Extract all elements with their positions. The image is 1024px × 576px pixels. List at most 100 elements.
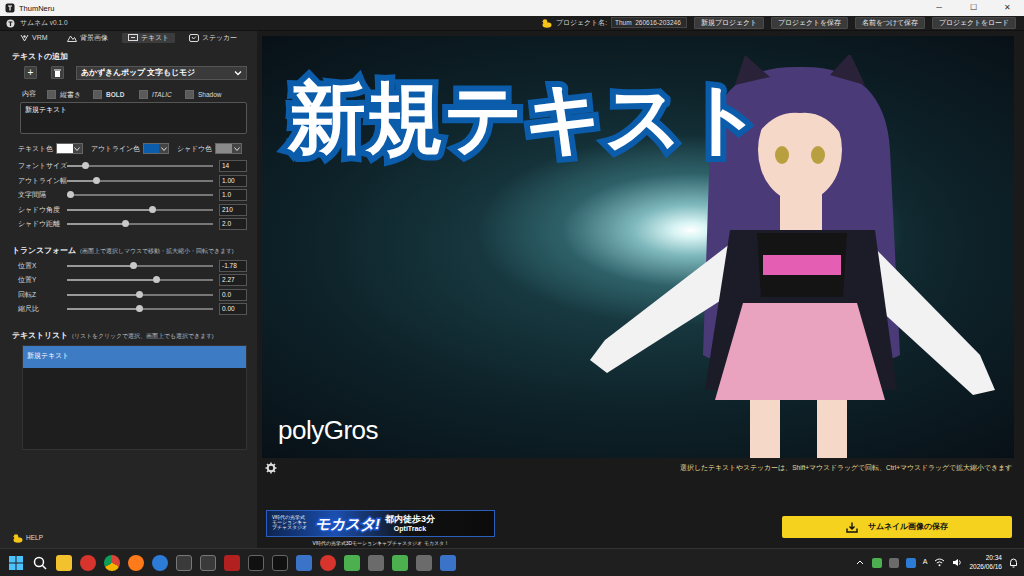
search-icon[interactable] bbox=[32, 555, 48, 571]
settings-button[interactable] bbox=[265, 462, 277, 474]
save-label: サムネイル画像の保存 bbox=[868, 522, 948, 532]
slider-track[interactable] bbox=[67, 308, 213, 310]
project-button[interactable]: プロジェクトをロード bbox=[932, 17, 1016, 29]
content-textarea[interactable]: 新規テキスト bbox=[20, 102, 247, 134]
window-control[interactable]: ✕ bbox=[990, 3, 1024, 13]
firefox-icon[interactable] bbox=[128, 555, 144, 571]
app-icon[interactable] bbox=[224, 555, 240, 571]
text-list: 新規テキスト bbox=[22, 345, 247, 450]
slider-fill bbox=[67, 308, 139, 310]
panel-tab[interactable]: VRM bbox=[14, 33, 54, 43]
app-icon[interactable] bbox=[392, 555, 408, 571]
app-icon[interactable] bbox=[344, 555, 360, 571]
project-name-field[interactable] bbox=[611, 17, 687, 28]
color-swatch[interactable] bbox=[56, 143, 83, 154]
style-toggle[interactable]: Shadow bbox=[185, 90, 231, 99]
slider-track[interactable] bbox=[67, 180, 213, 182]
duck-icon bbox=[541, 18, 552, 28]
unity-icon[interactable] bbox=[272, 555, 288, 571]
project-button[interactable]: プロジェクトを保存 bbox=[771, 17, 848, 29]
app-icon[interactable] bbox=[200, 555, 216, 571]
add-text-button[interactable]: + bbox=[24, 66, 37, 79]
slider-knob[interactable] bbox=[153, 276, 160, 283]
banner-side: 都内徒歩3分OptiTrack bbox=[385, 515, 435, 532]
toggle-checkbox[interactable] bbox=[185, 90, 194, 99]
thumnail-app-icon[interactable] bbox=[440, 555, 456, 571]
panel-tab[interactable]: テキスト bbox=[122, 33, 175, 43]
slider-track[interactable] bbox=[67, 209, 213, 211]
app-icon[interactable] bbox=[416, 555, 432, 571]
color-swatch[interactable] bbox=[143, 143, 170, 154]
slider-track[interactable] bbox=[67, 279, 213, 281]
slider-knob[interactable] bbox=[136, 291, 143, 298]
browser-icon[interactable] bbox=[80, 555, 96, 571]
chrome-icon[interactable] bbox=[104, 555, 120, 571]
slider-track[interactable] bbox=[67, 265, 213, 267]
canvas-text[interactable]: 新規テキスト bbox=[288, 76, 764, 162]
ime-indicator[interactable]: A bbox=[923, 558, 928, 566]
slider-knob[interactable] bbox=[67, 191, 74, 198]
slider-knob[interactable] bbox=[130, 262, 137, 269]
style-toggle[interactable]: 縦書き bbox=[47, 90, 93, 99]
slider-value-field[interactable]: 1.00 bbox=[219, 175, 247, 187]
browser-icon[interactable] bbox=[320, 555, 336, 571]
app-icon[interactable] bbox=[248, 555, 264, 571]
slider-knob[interactable] bbox=[82, 162, 89, 169]
panel-tab[interactable]: ステッカー bbox=[183, 33, 243, 43]
slider-value-field[interactable]: 2.0 bbox=[219, 218, 247, 230]
slider-track[interactable] bbox=[67, 223, 213, 225]
window-control[interactable]: ─ bbox=[922, 3, 956, 13]
banner-tagline: V時代の光学式 モーションキャプチャスタジオ bbox=[272, 516, 310, 531]
slider-track[interactable] bbox=[67, 194, 213, 196]
color-label: アウトライン色 bbox=[91, 145, 140, 153]
tray-app-icon[interactable] bbox=[889, 558, 899, 568]
text-icon bbox=[128, 34, 138, 42]
tray-arrow-icon[interactable] bbox=[855, 558, 865, 568]
toggle-checkbox[interactable] bbox=[93, 90, 102, 99]
gear-icon bbox=[265, 462, 277, 474]
style-toggle[interactable]: BOLD bbox=[93, 90, 139, 99]
slider-value-field[interactable]: 210 bbox=[219, 204, 247, 216]
slider-knob[interactable] bbox=[149, 206, 156, 213]
app-icon[interactable] bbox=[176, 555, 192, 571]
slider-knob[interactable] bbox=[93, 177, 100, 184]
tray-app-icon[interactable] bbox=[872, 558, 882, 568]
help-button[interactable]: HELP bbox=[12, 533, 247, 543]
slider-value-field[interactable]: 0.0 bbox=[219, 289, 247, 301]
save-image-button[interactable]: サムネイル画像の保存 bbox=[782, 516, 1012, 538]
text-list-label: 新規テキスト bbox=[27, 352, 69, 360]
panel-tab[interactable]: 背景画像 bbox=[61, 33, 114, 43]
slider-track[interactable] bbox=[67, 294, 213, 296]
style-toggle[interactable]: ITALIC bbox=[139, 90, 185, 99]
slider-value-field[interactable]: 2.27 bbox=[219, 274, 247, 286]
slider-track[interactable] bbox=[67, 165, 213, 167]
slider-value-field[interactable]: 0.00 bbox=[219, 303, 247, 315]
slider-value-field[interactable]: -1.78 bbox=[219, 260, 247, 272]
slider-knob[interactable] bbox=[122, 220, 129, 227]
font-dropdown[interactable]: あかずきんポップ 文字もじモジ bbox=[76, 66, 247, 80]
color-swatch[interactable] bbox=[215, 143, 242, 154]
slider-value-field[interactable]: 14 bbox=[219, 160, 247, 172]
folder-icon[interactable] bbox=[56, 555, 72, 571]
window-control[interactable]: ☐ bbox=[956, 3, 990, 13]
notepad-icon[interactable] bbox=[296, 555, 312, 571]
app-icon[interactable] bbox=[152, 555, 168, 571]
toggle-checkbox[interactable] bbox=[139, 90, 148, 99]
project-button[interactable]: 名前をつけて保存 bbox=[855, 17, 925, 29]
delete-text-button[interactable] bbox=[51, 66, 64, 79]
preview-canvas[interactable]: 新規テキストpolyGros bbox=[262, 36, 1014, 458]
bluetooth-icon[interactable] bbox=[906, 558, 916, 568]
clock[interactable]: 20:342026/06/16 bbox=[969, 554, 1002, 570]
text-list-item[interactable]: 新規テキスト bbox=[23, 346, 246, 368]
project-button[interactable]: 新規プロジェクト bbox=[694, 17, 764, 29]
slider-knob[interactable] bbox=[136, 305, 143, 312]
slider-fill bbox=[67, 279, 156, 281]
slider-fill bbox=[67, 223, 125, 225]
slider-value-field[interactable]: 1.0 bbox=[219, 189, 247, 201]
ad-banner[interactable]: V時代の光学式 モーションキャプチャスタジオモカスタ!都内徒歩3分OptiTra… bbox=[266, 510, 495, 537]
sticker-icon bbox=[189, 34, 199, 42]
start-icon[interactable] bbox=[8, 555, 24, 571]
app-icon[interactable] bbox=[368, 555, 384, 571]
slider-row: 回転Z0.0 bbox=[12, 288, 247, 303]
toggle-checkbox[interactable] bbox=[47, 90, 56, 99]
